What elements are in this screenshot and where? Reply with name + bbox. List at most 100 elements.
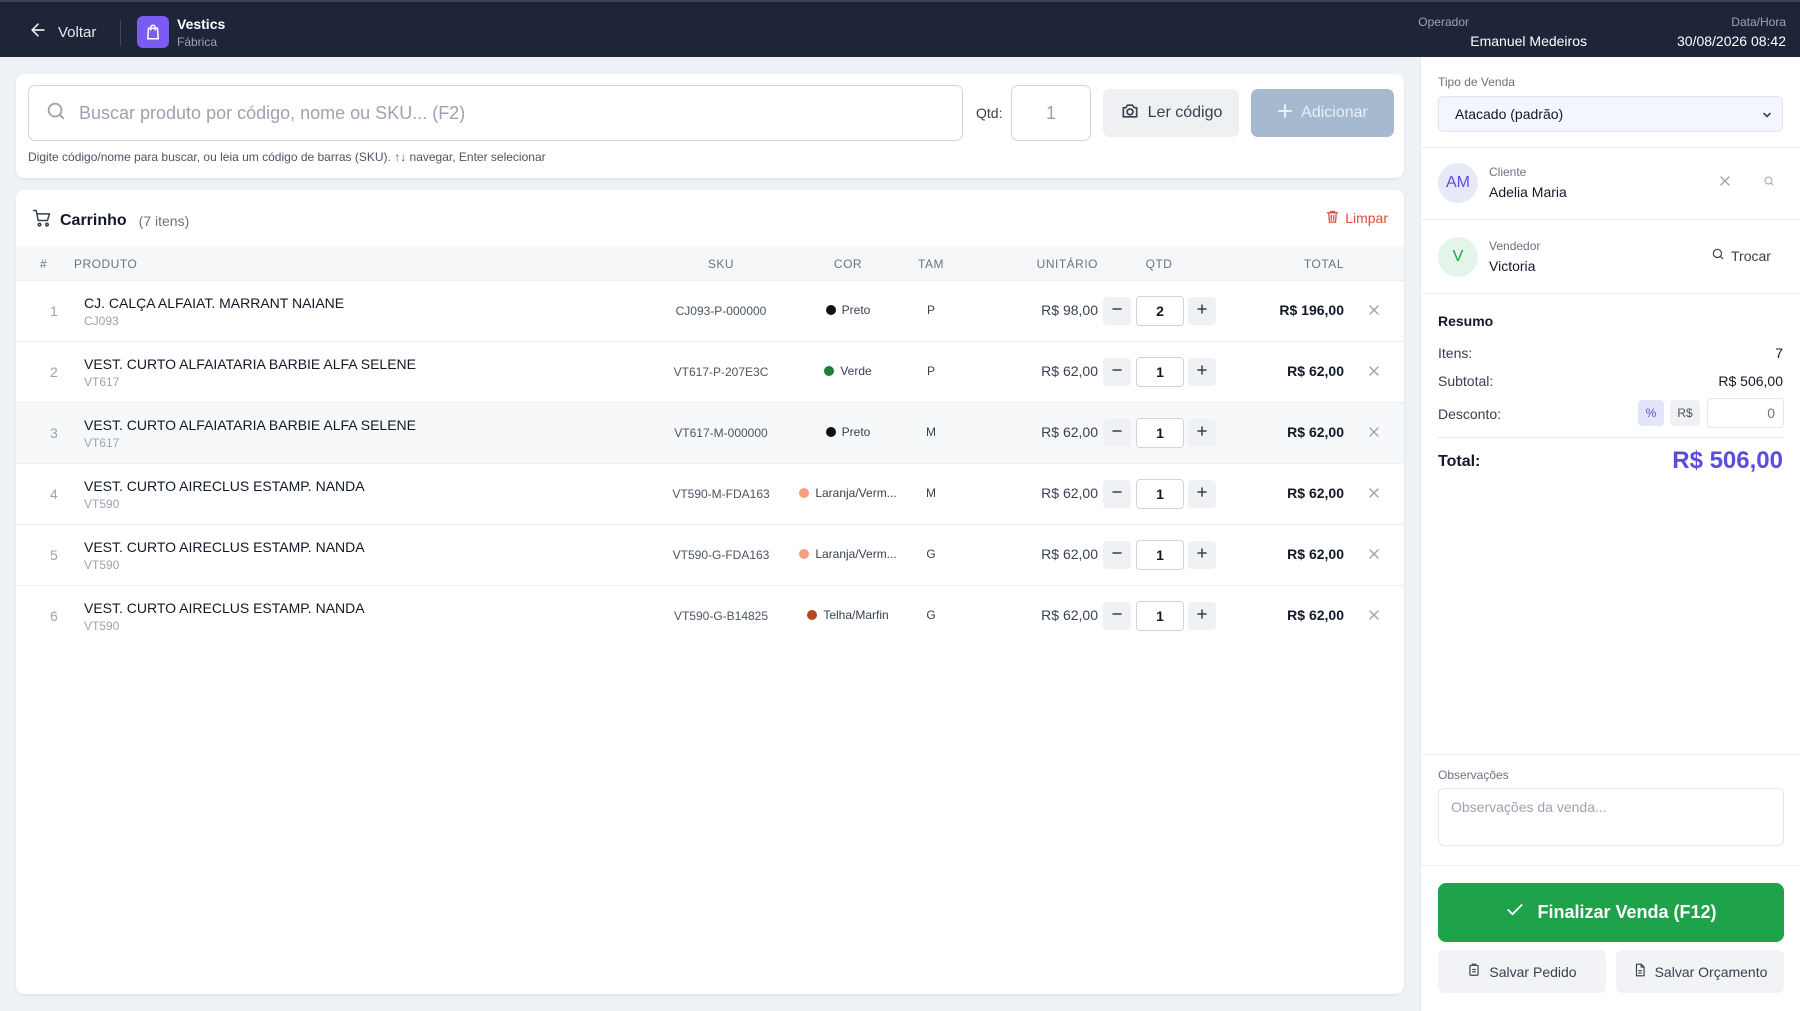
cart-row: 5 VEST. CURTO AIRECLUS ESTAMP. NANDA VT590…	[16, 524, 1404, 585]
notes-input[interactable]	[1438, 788, 1784, 846]
qty-input[interactable]	[1136, 357, 1184, 387]
qty-input[interactable]	[1136, 540, 1184, 570]
search-box[interactable]	[28, 85, 963, 141]
divider	[1421, 865, 1800, 866]
add-button[interactable]: Adicionar	[1251, 89, 1394, 137]
line-total: R$ 62,00	[1287, 546, 1344, 562]
decrease-qty-button[interactable]	[1103, 602, 1131, 630]
cart-row: 2 VEST. CURTO ALFAIATARIA BARBIE ALFA SEL…	[16, 341, 1404, 402]
search-hint: Digite código/nome para buscar, ou leia …	[28, 150, 546, 164]
shopping-bag-icon	[137, 16, 169, 48]
color-name: Laranja/Verm...	[815, 486, 897, 500]
remove-item-button[interactable]	[1368, 425, 1384, 441]
decrease-qty-button[interactable]	[1103, 358, 1131, 386]
back-button[interactable]: Voltar	[28, 20, 96, 44]
arrow-left-icon	[28, 20, 48, 44]
clear-label: Limpar	[1345, 210, 1388, 226]
minus-icon	[1111, 424, 1123, 442]
remove-item-button[interactable]	[1368, 303, 1384, 319]
subtotal-value: R$ 506,00	[1718, 373, 1783, 389]
read-code-button[interactable]: Ler código	[1103, 89, 1239, 137]
back-label: Voltar	[58, 23, 97, 41]
sale-type-select[interactable]: Atacado (padrão)	[1438, 96, 1783, 132]
minus-icon	[1111, 607, 1123, 625]
increase-qty-button[interactable]	[1188, 541, 1216, 569]
remove-item-button[interactable]	[1368, 608, 1384, 624]
row-index: 2	[50, 364, 58, 380]
unit-price: R$ 98,00	[1041, 302, 1098, 318]
product-code: VT590	[84, 558, 120, 572]
remove-item-button[interactable]	[1368, 364, 1384, 380]
increase-qty-button[interactable]	[1188, 297, 1216, 325]
discount-currency-toggle[interactable]: R$	[1670, 400, 1700, 426]
product-code: VT617	[84, 436, 120, 450]
plus-icon	[1196, 363, 1208, 381]
datetime-value: 30/08/2026 08:42	[1677, 33, 1786, 49]
remove-item-button[interactable]	[1368, 547, 1384, 563]
color-swatch	[825, 427, 836, 437]
product-search-input[interactable]	[79, 102, 919, 124]
line-total: R$ 62,00	[1287, 485, 1344, 501]
save-quote-button[interactable]: Salvar Orçamento	[1616, 950, 1784, 993]
decrease-qty-button[interactable]	[1103, 419, 1131, 447]
unit-price: R$ 62,00	[1041, 607, 1098, 623]
close-icon	[1368, 486, 1380, 503]
finalize-sale-button[interactable]: Finalizar Venda (F12)	[1438, 883, 1784, 942]
clipboard-icon	[1467, 963, 1481, 980]
col-unit: UNITÁRIO	[1036, 257, 1098, 271]
swap-seller-button[interactable]: Trocar	[1711, 247, 1771, 264]
col-qty: QTD	[1145, 257, 1173, 271]
cart-title: Carrinho	[60, 211, 127, 229]
increase-qty-button[interactable]	[1188, 419, 1216, 447]
clear-cart-button[interactable]: Limpar	[1325, 209, 1388, 227]
product-search-card: Qtd: Ler código Adicionar Digite código/…	[16, 74, 1404, 178]
search-client-button[interactable]	[1758, 172, 1780, 194]
decrease-qty-button[interactable]	[1103, 297, 1131, 325]
col-product: PRODUTO	[74, 257, 138, 271]
plus-icon	[1196, 485, 1208, 503]
row-index: 6	[50, 608, 58, 624]
qty-input[interactable]	[1136, 418, 1184, 448]
increase-qty-button[interactable]	[1188, 602, 1216, 630]
remove-item-button[interactable]	[1368, 486, 1384, 502]
unit-price: R$ 62,00	[1041, 363, 1098, 379]
search-icon	[45, 100, 67, 127]
product-color: Laranja/Verm...	[788, 486, 908, 500]
color-name: Laranja/Verm...	[815, 547, 897, 561]
discount-percent-toggle[interactable]: %	[1638, 400, 1664, 426]
product-sku: CJ093-P-000000	[675, 304, 767, 318]
qty-input[interactable]	[1011, 85, 1091, 141]
read-code-label: Ler código	[1147, 104, 1223, 121]
color-swatch	[824, 366, 835, 376]
minus-icon	[1111, 485, 1123, 503]
remove-client-button[interactable]	[1714, 172, 1736, 194]
increase-qty-button[interactable]	[1188, 480, 1216, 508]
minus-icon	[1111, 546, 1123, 564]
qty-input[interactable]	[1136, 601, 1184, 631]
unit-price: R$ 62,00	[1041, 485, 1098, 501]
color-swatch	[799, 488, 810, 498]
increase-qty-button[interactable]	[1188, 358, 1216, 386]
qty-input[interactable]	[1136, 479, 1184, 509]
line-total: R$ 62,00	[1287, 363, 1344, 379]
cart-row: 3 VEST. CURTO ALFAIATARIA BARBIE ALFA SEL…	[16, 402, 1404, 463]
qty-input[interactable]	[1136, 296, 1184, 326]
decrease-qty-button[interactable]	[1103, 541, 1131, 569]
operator-label: Operador	[1418, 15, 1469, 29]
product-code: VT590	[84, 497, 120, 511]
save-order-button[interactable]: Salvar Pedido	[1438, 950, 1606, 993]
cart-row: 4 VEST. CURTO AIRECLUS ESTAMP. NANDA VT590…	[16, 463, 1404, 524]
client-name: Adelia Maria	[1489, 184, 1567, 200]
color-name: Preto	[841, 303, 871, 317]
total-value: R$ 506,00	[1672, 447, 1783, 474]
minus-icon	[1111, 302, 1123, 320]
total-label: Total:	[1438, 453, 1481, 470]
product-sku: VT617-P-207E3C	[673, 365, 769, 379]
decrease-qty-button[interactable]	[1103, 480, 1131, 508]
line-total: R$ 62,00	[1287, 607, 1344, 623]
close-icon	[1368, 425, 1380, 442]
product-color: Laranja/Verm...	[788, 547, 908, 561]
discount-input[interactable]	[1707, 398, 1784, 428]
col-total: TOTAL	[1303, 257, 1344, 271]
product-size: M	[926, 486, 936, 500]
